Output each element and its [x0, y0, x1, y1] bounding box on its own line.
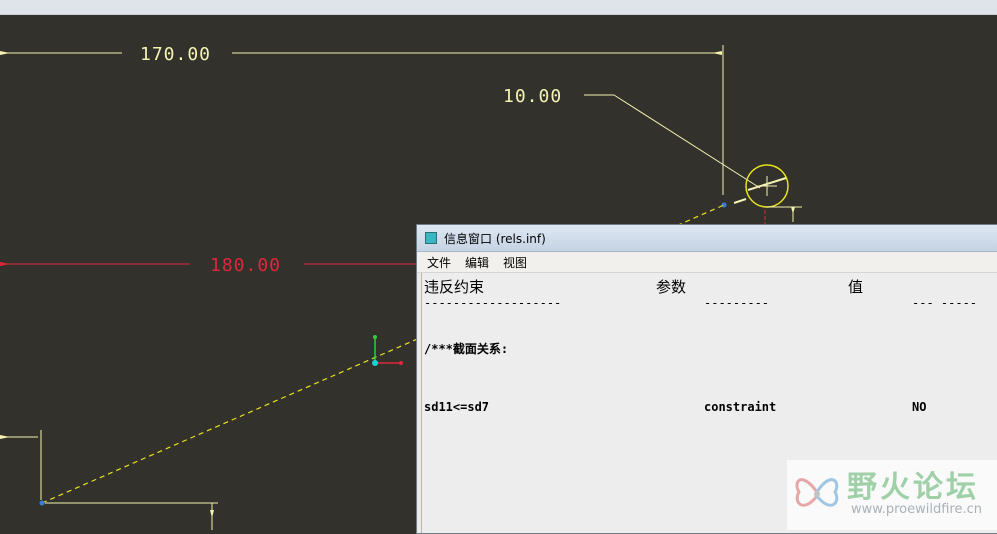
- dim-top-arrow-right: [712, 51, 722, 55]
- header-violated: 违反约束: [424, 278, 485, 296]
- info-window-title: 信息窗口 (rels.inf): [444, 231, 546, 246]
- sketch-vertex-bottom[interactable]: [39, 500, 45, 506]
- separator-col1: -------------------: [424, 296, 562, 310]
- watermark-url: www.proewildfire.cn: [851, 502, 982, 517]
- menu-edit[interactable]: 编辑: [465, 254, 489, 271]
- butterfly-logo-icon: [795, 478, 839, 507]
- section-heading: /***截面关系:: [424, 342, 509, 356]
- dim-small-arrow: [791, 207, 795, 214]
- relation-result: NO: [912, 400, 927, 414]
- relation-expr: sd11<=sd7: [424, 400, 490, 414]
- csys-x-tip: [399, 361, 403, 365]
- window-app-icon: [425, 232, 437, 244]
- dim-top-arrow-left: [0, 51, 10, 55]
- menu-view[interactable]: 视图: [503, 254, 527, 271]
- separator-col2: ---------: [704, 296, 770, 310]
- top-window-strip: [0, 0, 997, 15]
- csys-origin[interactable]: [372, 360, 378, 366]
- separator-col3: --- -----: [912, 296, 978, 310]
- menu-file[interactable]: 文件: [427, 254, 451, 271]
- watermark-title: 野火论坛: [847, 470, 979, 505]
- dim-radius-value[interactable]: 10.00: [503, 86, 562, 107]
- header-param: 参数: [656, 278, 687, 296]
- relation-type: constraint: [704, 400, 777, 414]
- header-value: 值: [848, 278, 864, 296]
- dim-top-value[interactable]: 170.00: [140, 44, 211, 65]
- dim-lower-left-arrow: [0, 435, 10, 439]
- dim-radius-leader: [613, 94, 761, 189]
- dim-left-value[interactable]: 180.00: [210, 255, 281, 276]
- forum-watermark: 野火论坛 www.proewildfire.cn: [787, 460, 997, 530]
- dim-left-arrow: [0, 262, 10, 266]
- sketch-small-segment: [733, 198, 747, 204]
- info-window-titlebar[interactable]: 信息窗口 (rels.inf): [417, 225, 997, 252]
- dim-bottom-arrow: [210, 510, 214, 518]
- info-window-menubar: 文件 编辑 视图: [417, 252, 997, 273]
- csys-y-tip: [373, 335, 377, 339]
